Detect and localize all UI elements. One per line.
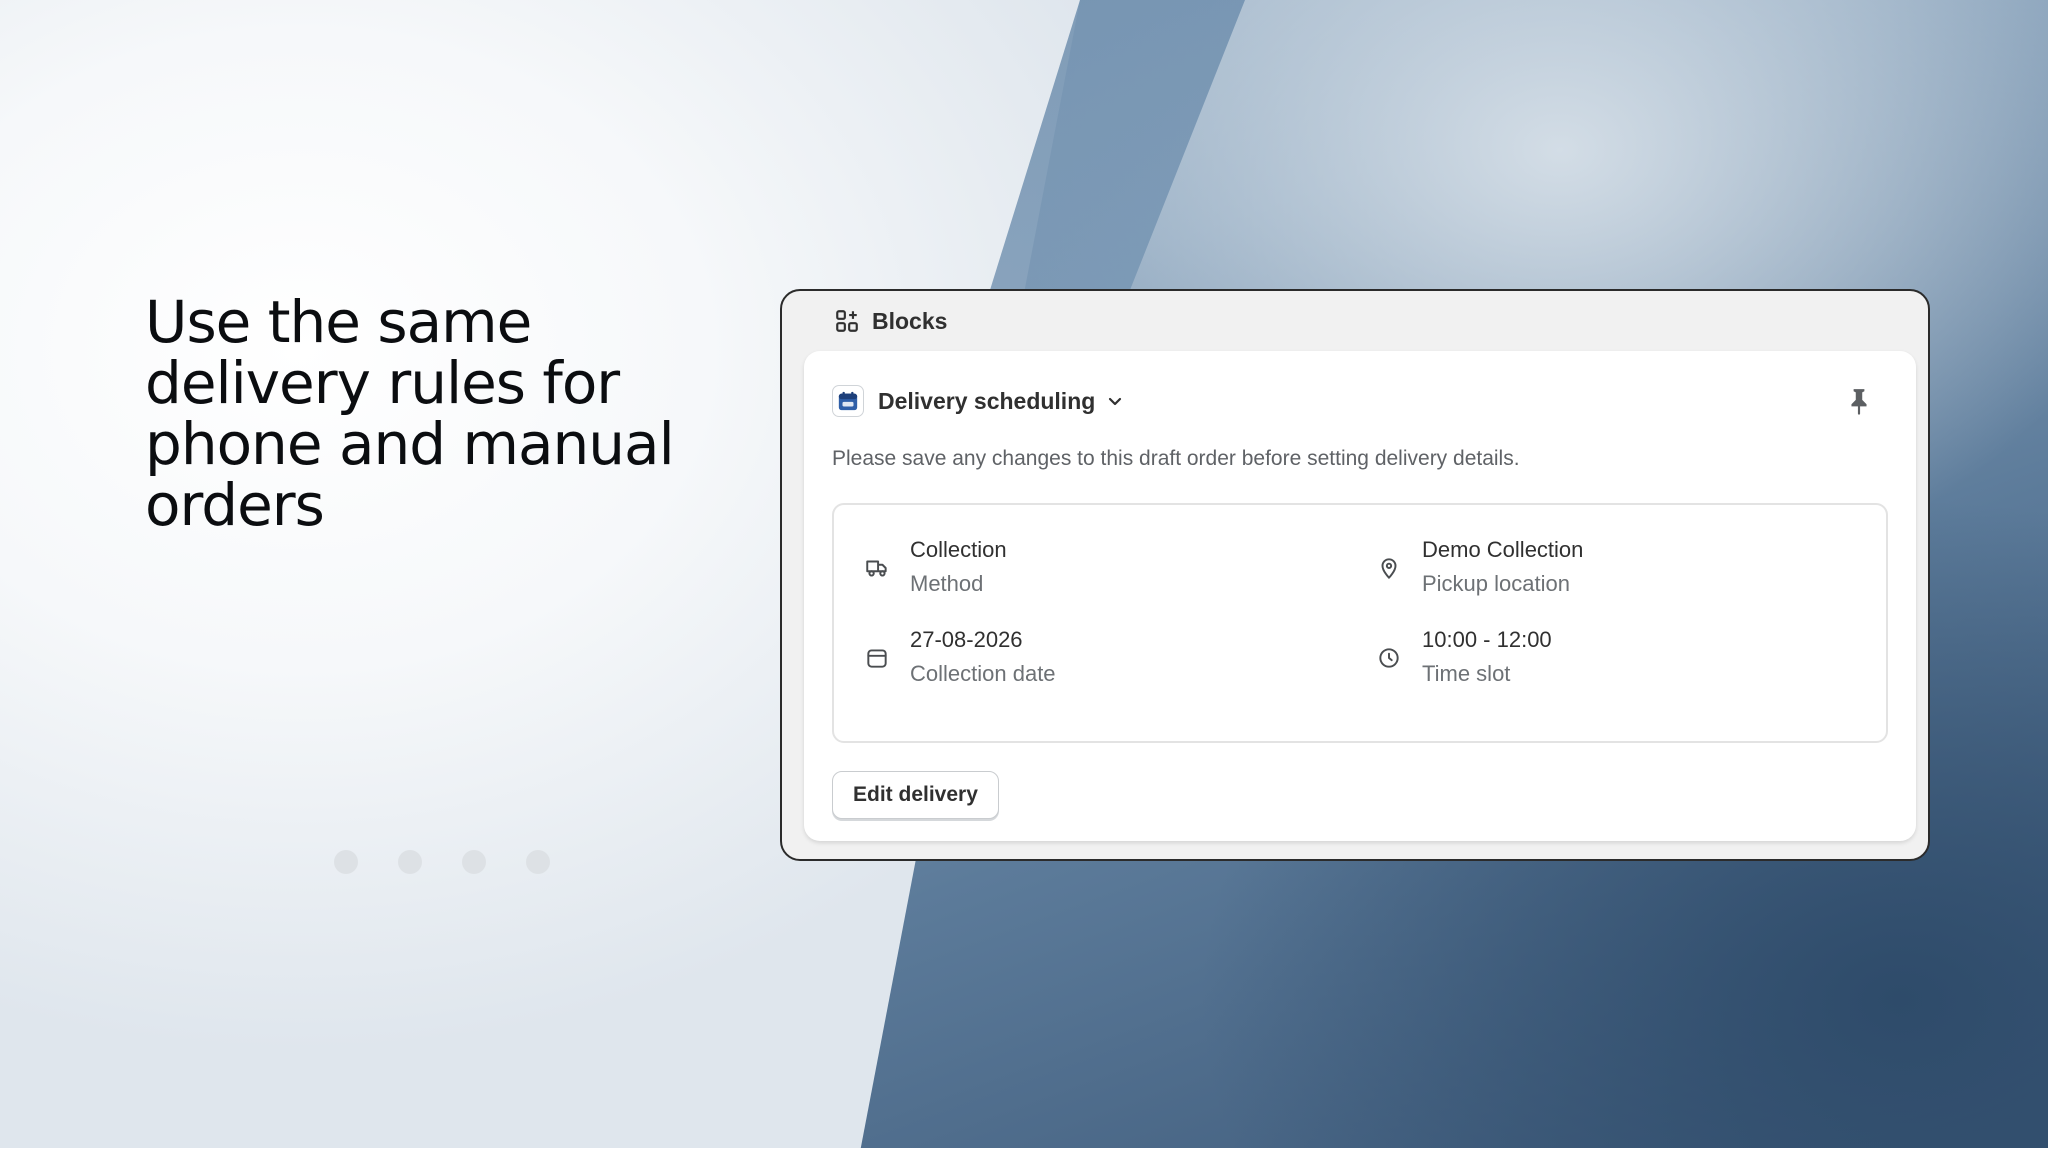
detail-value: 10:00 - 12:00 [1422, 627, 1552, 652]
bottom-edge [0, 1148, 2048, 1152]
pin-icon[interactable] [1846, 387, 1872, 415]
chevron-down-icon[interactable] [1105, 391, 1125, 411]
carousel-dot[interactable] [334, 850, 358, 874]
draft-order-notice: Please save any changes to this draft or… [832, 447, 1520, 470]
detail-collection-date: 27-08-2026 Collection date [864, 623, 1056, 691]
carousel-dot[interactable] [398, 850, 422, 874]
detail-value: 27-08-2026 [910, 627, 1023, 652]
carousel-dot[interactable] [526, 850, 550, 874]
detail-label: Method [910, 571, 984, 596]
blocks-title: Blocks [872, 307, 948, 334]
delivery-scheduling-panel: Delivery scheduling Please save any chan… [804, 351, 1916, 841]
app-icon [832, 385, 864, 417]
blocks-icon [836, 310, 858, 332]
detail-label: Collection date [910, 661, 1056, 686]
detail-method: Collection Method [864, 533, 1007, 601]
calendar-app-icon [838, 391, 858, 411]
detail-value: Demo Collection [1422, 537, 1584, 562]
clock-icon [1379, 648, 1399, 668]
detail-value: Collection [910, 537, 1007, 562]
detail-time-slot: 10:00 - 12:00 Time slot [1376, 623, 1552, 691]
truck-icon [866, 560, 887, 577]
location-pin-icon [1381, 558, 1397, 579]
carousel-dots [334, 850, 550, 874]
headline: Use the same delivery rules for phone an… [145, 288, 675, 539]
calendar-icon [867, 649, 887, 668]
edit-delivery-button[interactable]: Edit delivery [832, 771, 999, 819]
detail-label: Pickup location [1422, 571, 1570, 596]
delivery-details: Collection Method Demo Collection Pickup… [832, 503, 1888, 743]
blocks-header: Blocks [834, 297, 947, 345]
panel-title[interactable]: Delivery scheduling [878, 388, 1095, 415]
blocks-card: Blocks Delivery scheduling Please save a… [780, 289, 1930, 861]
detail-label: Time slot [1422, 661, 1511, 686]
panel-header: Delivery scheduling [832, 381, 1888, 421]
detail-pickup-location: Demo Collection Pickup location [1376, 533, 1583, 601]
carousel-dot[interactable] [462, 850, 486, 874]
